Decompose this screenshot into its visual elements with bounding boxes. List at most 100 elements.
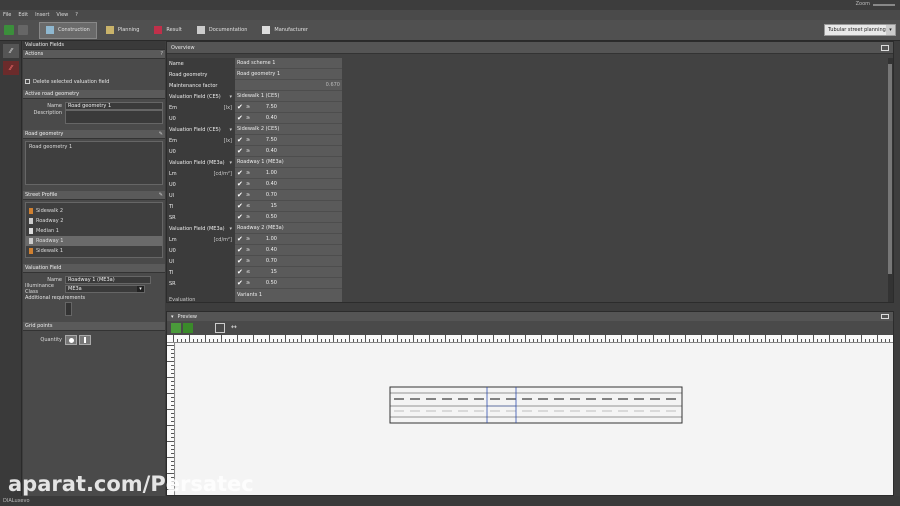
check-icon[interactable]: ✔ [237, 104, 243, 111]
road-tool-icon[interactable]: ⁄⁄ [3, 44, 19, 58]
preview-canvas[interactable] [176, 343, 893, 495]
tab-planning[interactable]: Planning [100, 22, 146, 39]
overview-row-label: Ul [167, 256, 235, 267]
overview-value-row[interactable]: ✔ ≥1.00 [235, 168, 342, 179]
row-label-text: SR [169, 280, 176, 287]
ruler-tick [777, 339, 778, 342]
ruler-tick [193, 339, 194, 342]
overview-value-row[interactable]: ✔ ≥0.40 [235, 245, 342, 256]
check-icon[interactable]: ✔ [237, 137, 243, 144]
ruler-tick [241, 339, 242, 342]
check-icon[interactable]: ✔ [237, 181, 243, 188]
check-icon[interactable]: ✔ [237, 148, 243, 155]
view-2d-icon[interactable] [171, 323, 181, 333]
ruler-tick [173, 335, 174, 342]
grid-manual-button[interactable] [79, 335, 91, 345]
check-icon[interactable]: ✔ [237, 258, 243, 265]
ruler-tick [409, 339, 410, 342]
requirement-value: 0.50 [265, 280, 277, 286]
list-item[interactable]: Road geometry 1 [26, 142, 162, 152]
overview-value-row[interactable]: ✔ ≥1.00 [235, 234, 342, 245]
row-label-text: Valuation Field (ME3a) [169, 159, 225, 166]
valuation-name-field[interactable]: Roadway 1 (ME3a) [65, 275, 151, 284]
menu-item[interactable]: ? [75, 12, 78, 18]
row-label-text: Lm [169, 170, 177, 177]
left-panel: Valuation Fields Actions? Delete selecte… [23, 41, 165, 496]
ruler-tick [309, 339, 310, 342]
fit-view-icon[interactable] [215, 323, 225, 333]
overview-value-row[interactable]: ✔ ≤15 [235, 267, 342, 278]
ruler-tick [721, 339, 722, 342]
overview-value-row[interactable]: ✔ ≥0.40 [235, 146, 342, 157]
overview-value-row[interactable]: ✔ ≥0.50 [235, 278, 342, 289]
check-icon[interactable]: ✔ [237, 247, 243, 254]
menu-item[interactable]: Edit [18, 12, 28, 18]
tab-construction[interactable]: Construction [39, 21, 97, 39]
menu-item[interactable]: File [3, 12, 11, 18]
ruler-tick [385, 339, 386, 342]
overview-value-row[interactable]: ✔ ≥0.40 [235, 179, 342, 190]
check-icon[interactable]: ✔ [237, 192, 243, 199]
check-icon[interactable]: ✔ [237, 170, 243, 177]
tab-documentation[interactable]: Documentation [191, 22, 254, 39]
value-text: Roadway 1 (ME3a) [237, 159, 284, 165]
menu-item[interactable]: View [56, 12, 68, 18]
row-unit: ▾ [229, 225, 232, 232]
check-icon[interactable]: ✔ [237, 280, 243, 287]
edit-icon[interactable]: ✎ [159, 131, 163, 137]
valuation-tool-icon[interactable]: ⁄⁄ [3, 61, 19, 75]
list-item[interactable]: Sidewalk 2 [26, 206, 162, 216]
save-icon[interactable] [4, 25, 14, 35]
measure-icon[interactable]: ↔ [231, 323, 241, 333]
overview-value-row[interactable]: ✔ ≥7.50 [235, 102, 342, 113]
grid-auto-button[interactable] [65, 335, 77, 345]
list-item[interactable]: Median 1 [26, 226, 162, 236]
check-icon[interactable]: ✔ [237, 236, 243, 243]
menu-item[interactable]: Insert [35, 12, 49, 18]
illuminance-class-select[interactable]: ME3a ▾ [65, 284, 145, 293]
description-field[interactable] [65, 110, 163, 124]
maximize-icon[interactable] [881, 45, 889, 51]
undo-icon[interactable] [18, 25, 28, 35]
row-unit: [cd/m²] [213, 236, 232, 243]
scroll-thumb[interactable] [888, 64, 892, 274]
overview-value-row[interactable]: ✔ ≥0.40 [235, 113, 342, 124]
additional-requirements-toggle[interactable] [65, 302, 72, 316]
ruler-tick [613, 339, 614, 342]
list-item[interactable]: Roadway 2 [26, 216, 162, 226]
requirement-value: 15 [270, 269, 277, 275]
maximize-icon[interactable] [881, 314, 889, 319]
help-icon[interactable]: ? [160, 51, 163, 57]
list-item[interactable]: Sidewalk 1 [26, 246, 162, 256]
ruler-tick [605, 335, 606, 342]
tab-result[interactable]: Result [148, 22, 187, 39]
overview-value-row[interactable]: ✔ ≥0.50 [235, 212, 342, 223]
overview-value-row[interactable]: ✔ ≥0.70 [235, 256, 342, 267]
view-grid-icon[interactable] [183, 323, 193, 333]
overview-value-row: Road geometry 1 [235, 69, 342, 80]
zoom-slider[interactable] [873, 4, 895, 6]
collapse-icon[interactable]: ▾ [171, 314, 174, 320]
overview-value-row: 0.670 [235, 80, 342, 91]
tab-manufacturer[interactable]: Manufacturer [256, 22, 314, 39]
name-field[interactable]: Road geometry 1 [65, 101, 163, 110]
tab-label: Construction [58, 27, 90, 33]
street-profile-header: Street Profile ✎ [23, 191, 165, 200]
overview-value-row[interactable]: ✔ ≥0.70 [235, 190, 342, 201]
check-icon[interactable]: ✔ [237, 269, 243, 276]
ruler-tick [533, 339, 534, 342]
check-icon[interactable]: ✔ [237, 203, 243, 210]
planning-mode-select[interactable]: Tubular street planning ▾ [824, 24, 896, 36]
overview-scrollbar[interactable] [888, 58, 893, 302]
overview-value-row[interactable]: ✔ ≥7.50 [235, 135, 342, 146]
overview-value-row[interactable]: ✔ ≤15 [235, 201, 342, 212]
delete-valuation-field-button[interactable]: Delete selected valuation field [23, 77, 165, 86]
list-item-label: Sidewalk 1 [36, 248, 64, 254]
preview-header: ▾ Preview [167, 312, 893, 321]
value-text: ≥ [246, 192, 251, 198]
list-item[interactable]: Roadway 1 [26, 236, 162, 246]
edit-icon[interactable]: ✎ [159, 192, 163, 198]
check-icon[interactable]: ✔ [237, 214, 243, 221]
check-icon[interactable]: ✔ [237, 115, 243, 122]
value-text: Road scheme 1 [237, 60, 276, 66]
